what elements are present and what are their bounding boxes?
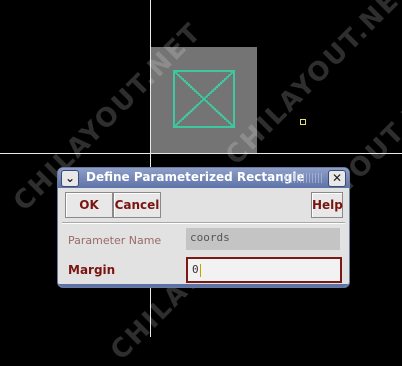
title-grip: [282, 173, 322, 183]
margin-label: Margin: [68, 263, 116, 277]
parameter-name-field: coords: [186, 228, 340, 250]
window-menu-button[interactable]: ⌄: [61, 170, 79, 187]
margin-input[interactable]: 0: [186, 257, 342, 283]
dialog-title-bar[interactable]: ⌄ Define Parameterized Rectangle ✕: [58, 168, 349, 188]
help-button[interactable]: Help: [311, 192, 343, 218]
margin-value: 0: [192, 263, 199, 276]
cancel-button[interactable]: Cancel: [113, 192, 161, 218]
parameter-name-label: Parameter Name: [68, 234, 162, 247]
dialog-title: Define Parameterized Rectangle: [86, 170, 305, 184]
parameter-name-value: coords: [190, 231, 230, 244]
ok-button[interactable]: OK: [65, 192, 113, 218]
close-icon: ✕: [331, 171, 343, 185]
close-button[interactable]: ✕: [328, 170, 346, 187]
dialog-bottom-edge: [58, 284, 349, 287]
divider: [62, 222, 345, 224]
chevron-down-icon: ⌄: [64, 171, 76, 185]
define-parameterized-rectangle-dialog: ⌄ Define Parameterized Rectangle ✕ OK Ca…: [57, 167, 350, 288]
text-caret: [199, 263, 201, 277]
pin-marker[interactable]: [300, 119, 306, 125]
